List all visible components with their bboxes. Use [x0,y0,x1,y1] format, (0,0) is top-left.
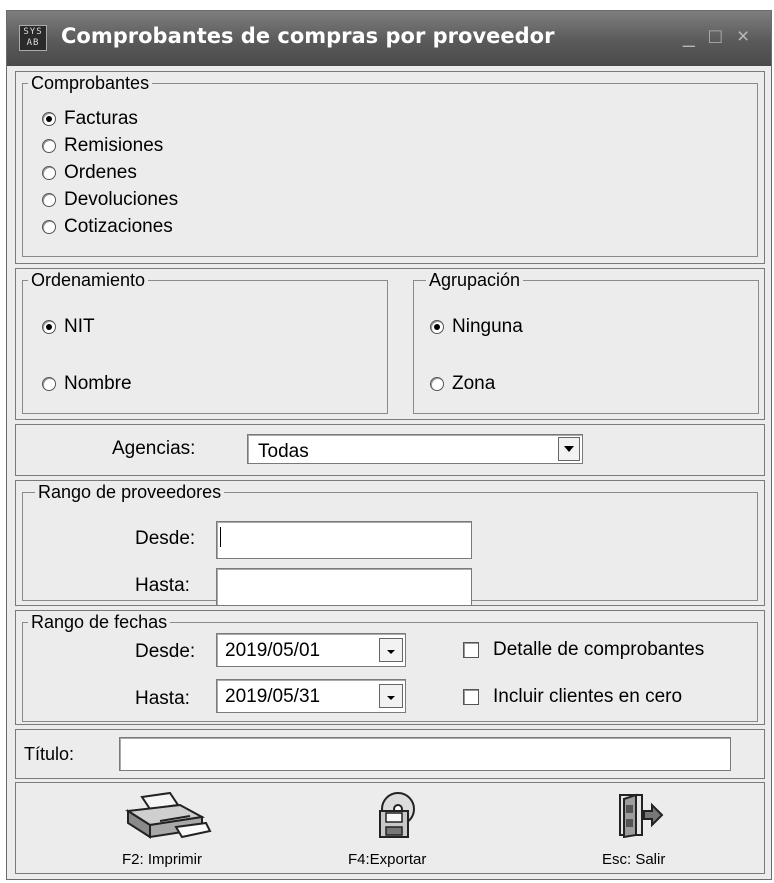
radio-icon[interactable] [42,193,56,207]
incluir-checkbox-row[interactable]: Incluir clientes en cero [463,686,682,708]
text-cursor [220,527,221,547]
detalle-checkbox[interactable] [463,642,479,658]
radio-icon[interactable] [42,220,56,234]
fechas-legend: Rango de fechas [31,612,168,632]
radio-icon[interactable] [430,320,444,334]
export-button[interactable]: F4:Exportar [334,789,454,871]
agencias-select-value: Todas [258,441,309,462]
print-button-label: F2: Imprimir [122,851,202,868]
radio-icon[interactable] [42,139,56,153]
fecha-hasta-picker[interactable]: 2019/05/31 [216,679,406,713]
agencias-panel: Agencias: Todas [15,424,765,476]
fecha-hasta-value: 2019/05/31 [225,686,321,707]
titulo-label: Título: [24,744,75,764]
agencias-label: Agencias: [112,438,196,459]
radio-icon[interactable] [42,112,56,126]
export-button-label: F4:Exportar [348,851,427,868]
proveedor-desde-input[interactable] [216,521,472,559]
comprobantes-legend: Comprobantes [31,73,150,93]
minimize-icon[interactable]: _ [683,25,695,49]
fecha-desde-picker[interactable]: 2019/05/01 [216,633,406,667]
chevron-down-icon[interactable] [379,684,403,708]
radio-label: Nombre [64,373,132,394]
ordenamiento-legend: Ordenamiento [31,270,146,290]
radio-ordenes[interactable]: Ordenes [42,162,137,184]
comprobantes-panel: Comprobantes Facturas Remisiones Ordenes… [15,71,765,264]
proveedores-legend: Rango de proveedores [38,482,222,502]
proveedores-hasta-label: Hasta: [135,575,190,596]
radio-cotizaciones[interactable]: Cotizaciones [42,216,173,238]
exit-door-icon [619,793,664,839]
exit-button[interactable]: Esc: Salir [576,789,696,871]
radio-label: Cotizaciones [64,216,173,237]
sorting-grouping-panel: Ordenamiento NIT Nombre Agrupación Ningu… [15,268,765,420]
radio-label: Facturas [64,108,138,129]
fecha-desde-value: 2019/05/01 [225,640,321,661]
titulo-input[interactable] [119,737,731,771]
radio-facturas[interactable]: Facturas [42,108,138,130]
print-button[interactable]: F2: Imprimir [106,789,226,871]
radio-icon[interactable] [430,377,444,391]
radio-label: Zona [452,373,496,394]
titulo-panel: Título: [15,729,765,779]
radio-label: Devoluciones [64,189,179,210]
chevron-down-icon[interactable] [558,437,580,461]
radio-ninguna[interactable]: Ninguna [430,316,523,338]
proveedores-desde-label: Desde: [135,528,196,549]
maximize-icon[interactable]: □ [709,25,722,49]
radio-label: NIT [64,316,95,337]
radio-nit[interactable]: NIT [42,316,95,338]
radio-zona[interactable]: Zona [430,373,495,395]
fechas-hasta-label: Hasta: [135,688,190,709]
close-icon[interactable]: × [737,25,749,49]
fechas-panel: Rango de fechas Desde: 2019/05/01 Hasta:… [15,610,765,725]
export-disk-icon [379,792,415,838]
radio-icon[interactable] [42,166,56,180]
incluir-checkbox-label: Incluir clientes en cero [493,686,683,707]
radio-label: Ninguna [452,316,523,337]
agrupacion-legend: Agrupación [429,270,521,290]
chevron-down-icon[interactable] [379,638,403,662]
app-icon: SYS AB [19,25,47,51]
proveedores-panel: Rango de proveedores Desde: Hasta: [15,480,765,606]
radio-label: Remisiones [64,135,164,156]
title-bar[interactable]: SYS AB Comprobantes de compras por provee… [7,11,771,66]
detalle-checkbox-row[interactable]: Detalle de comprobantes [463,639,704,661]
radio-remisiones[interactable]: Remisiones [42,135,163,157]
window-title: Comprobantes de compras por proveedor [61,24,555,48]
radio-devoluciones[interactable]: Devoluciones [42,189,178,211]
radio-icon[interactable] [42,320,56,334]
exit-button-label: Esc: Salir [602,851,666,868]
printer-icon [125,791,212,839]
fechas-desde-label: Desde: [135,641,196,662]
radio-label: Ordenes [64,162,137,183]
report-dialog-window: SYS AB Comprobantes de compras por provee… [6,10,772,880]
radio-nombre[interactable]: Nombre [42,373,132,395]
detalle-checkbox-label: Detalle de comprobantes [493,639,705,660]
agencias-select[interactable]: Todas [247,434,583,464]
proveedor-hasta-input[interactable] [216,568,472,606]
incluir-checkbox[interactable] [463,689,479,705]
action-toolbar: F2: Imprimir F4:Exportar Esc: Salir [15,782,765,874]
radio-icon[interactable] [42,377,56,391]
